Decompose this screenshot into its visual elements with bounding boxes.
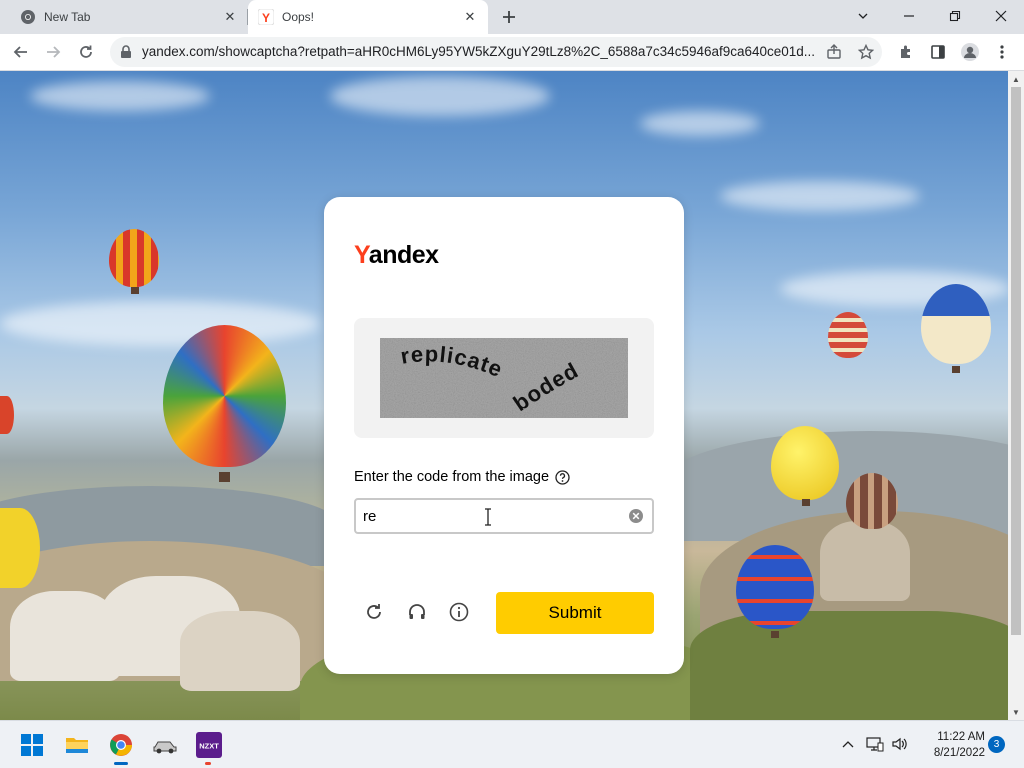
extensions-icon[interactable] bbox=[892, 38, 920, 66]
close-tab-icon[interactable]: ✕ bbox=[220, 7, 240, 27]
sidepanel-icon[interactable] bbox=[924, 38, 952, 66]
valley bbox=[690, 611, 1008, 720]
help-icon[interactable] bbox=[555, 469, 570, 485]
back-icon[interactable] bbox=[7, 38, 35, 66]
captcha-image-container: replicate boded bbox=[354, 318, 654, 438]
profile-icon[interactable] bbox=[956, 38, 984, 66]
chrome-icon[interactable] bbox=[105, 729, 137, 761]
balloon-basket bbox=[802, 499, 810, 506]
chevron-down-icon[interactable] bbox=[840, 0, 886, 32]
scroll-down-icon[interactable]: ▼ bbox=[1008, 704, 1024, 720]
yandex-favicon: Y bbox=[258, 9, 274, 25]
captcha-prompt-text: Enter the code from the image bbox=[354, 469, 550, 485]
refresh-icon[interactable] bbox=[362, 600, 386, 624]
volume-icon[interactable] bbox=[889, 733, 911, 755]
url-text[interactable]: yandex.com/showcaptcha?retpath=aHR0cHM6L… bbox=[142, 44, 822, 59]
info-icon[interactable] bbox=[447, 600, 471, 624]
tab-strip: New Tab ✕ Y Oops! ✕ bbox=[0, 0, 1024, 34]
captcha-card: Yandex replicate boded Enter the code fr… bbox=[324, 197, 684, 674]
close-icon[interactable] bbox=[978, 0, 1024, 32]
file-explorer-icon[interactable] bbox=[61, 729, 93, 761]
balloon bbox=[0, 396, 14, 434]
scrollbar-thumb[interactable] bbox=[1011, 87, 1021, 635]
windows-start-icon[interactable] bbox=[16, 729, 48, 761]
address-bar[interactable]: yandex.com/showcaptcha?retpath=aHR0cHM6L… bbox=[110, 37, 882, 67]
forward-icon[interactable] bbox=[39, 38, 67, 66]
reload-icon[interactable] bbox=[72, 38, 100, 66]
tab-oops[interactable]: Y Oops! ✕ bbox=[248, 0, 488, 34]
clock-time: 11:22 AM bbox=[937, 731, 985, 743]
star-icon[interactable] bbox=[854, 40, 878, 64]
notification-badge[interactable]: 3 bbox=[988, 736, 1005, 753]
tab-title: Oops! bbox=[282, 10, 315, 24]
minimize-icon[interactable] bbox=[886, 0, 932, 32]
new-tab-button[interactable] bbox=[497, 6, 521, 28]
captcha-input-field[interactable] bbox=[354, 498, 654, 534]
balloon bbox=[921, 284, 991, 364]
balloon bbox=[163, 325, 286, 467]
scroll-up-icon[interactable]: ▲ bbox=[1008, 71, 1024, 87]
car-app-icon[interactable] bbox=[149, 729, 181, 761]
balloon bbox=[771, 426, 839, 500]
cloud bbox=[720, 181, 920, 211]
restore-icon[interactable] bbox=[932, 0, 978, 32]
windows-taskbar: NZXT 11:22 AM 8/21/2022 3 bbox=[0, 720, 1024, 768]
balloon bbox=[846, 473, 898, 529]
cloud bbox=[640, 111, 760, 136]
balloon-basket bbox=[952, 366, 960, 373]
nzxt-label: NZXT bbox=[199, 742, 219, 751]
yandex-logo: Yandex bbox=[354, 241, 439, 269]
running-indicator bbox=[205, 762, 211, 765]
balloon bbox=[736, 545, 814, 629]
tab-new-tab[interactable]: New Tab ✕ bbox=[8, 0, 248, 34]
menu-icon[interactable] bbox=[988, 38, 1016, 66]
page-scrollbar[interactable]: ▲ ▼ bbox=[1008, 71, 1024, 720]
svg-text:Y: Y bbox=[262, 11, 270, 25]
balloon-basket bbox=[131, 287, 139, 294]
clock-date: 8/21/2022 bbox=[933, 747, 985, 759]
browser-toolbar: yandex.com/showcaptcha?retpath=aHR0cHM6L… bbox=[0, 34, 1024, 71]
network-icon[interactable] bbox=[864, 733, 886, 755]
balloon bbox=[828, 312, 868, 358]
clear-input-icon[interactable] bbox=[628, 508, 644, 524]
rock bbox=[820, 521, 910, 601]
cloud bbox=[330, 76, 550, 116]
system-clock[interactable]: 11:22 AM 8/21/2022 bbox=[915, 729, 985, 761]
audio-icon[interactable] bbox=[405, 600, 429, 624]
lock-icon[interactable] bbox=[118, 44, 134, 60]
nzxt-icon[interactable]: NZXT bbox=[193, 729, 225, 761]
close-tab-icon[interactable]: ✕ bbox=[460, 7, 480, 27]
chrome-icon bbox=[20, 9, 36, 25]
text-cursor-icon bbox=[485, 508, 491, 526]
tray-overflow-chevron-icon[interactable] bbox=[837, 733, 859, 755]
captcha-prompt: Enter the code from the image bbox=[354, 469, 570, 485]
cloud bbox=[0, 301, 320, 346]
running-indicator bbox=[114, 762, 128, 765]
tab-title: New Tab bbox=[44, 10, 91, 24]
cloud bbox=[30, 81, 210, 111]
captcha-image: replicate boded bbox=[380, 338, 628, 418]
balloon-basket bbox=[771, 631, 779, 638]
share-icon[interactable] bbox=[822, 40, 846, 64]
balloon bbox=[109, 229, 159, 287]
balloon-basket bbox=[219, 472, 230, 482]
balloon bbox=[0, 508, 40, 588]
rock bbox=[180, 611, 300, 691]
submit-button[interactable]: Submit bbox=[496, 592, 654, 634]
